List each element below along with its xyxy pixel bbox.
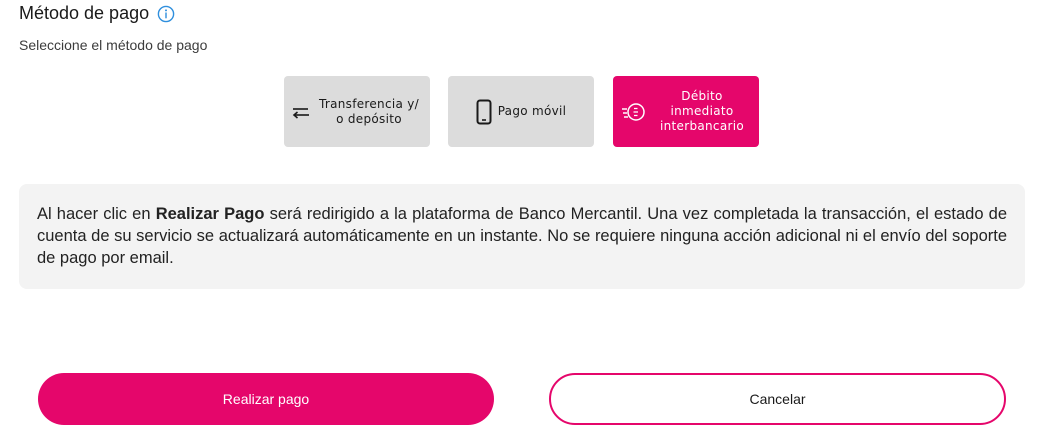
fast-payment-icon bbox=[621, 101, 647, 123]
page-title: Método de pago bbox=[19, 3, 150, 23]
realizar-pago-button[interactable]: Realizar pago bbox=[38, 373, 494, 425]
transfer-arrows-icon bbox=[292, 104, 310, 120]
page-subtitle: Seleccione el método de pago bbox=[19, 37, 208, 53]
method-transfer-label: Transferencia y/ o depósito bbox=[318, 96, 420, 126]
notice-bold-text: Realizar Pago bbox=[155, 205, 265, 223]
payment-method-page: Método de pago Seleccione el método de p… bbox=[0, 0, 1038, 436]
mobile-phone-icon bbox=[476, 99, 492, 125]
title-row: Método de pago bbox=[19, 3, 175, 24]
payment-notice: Al hacer clic en Realizar Pago será redi… bbox=[19, 184, 1025, 289]
payment-method-selector: Transferencia y/ o depósito Pago móvil D… bbox=[0, 76, 1038, 148]
notice-text-before: Al hacer clic en bbox=[37, 205, 156, 223]
method-pago-movil-label: Pago móvil bbox=[497, 104, 567, 118]
method-debito-inmediato-button[interactable]: Débito inmediato interbancario bbox=[613, 76, 759, 147]
method-transfer-button[interactable]: Transferencia y/ o depósito bbox=[284, 76, 430, 147]
method-debito-inmediato-label: Débito inmediato interbancario bbox=[660, 89, 744, 133]
method-pago-movil-button[interactable]: Pago móvil bbox=[448, 76, 594, 147]
info-circle-icon[interactable] bbox=[157, 5, 175, 23]
cancel-button[interactable]: Cancelar bbox=[549, 373, 1006, 425]
